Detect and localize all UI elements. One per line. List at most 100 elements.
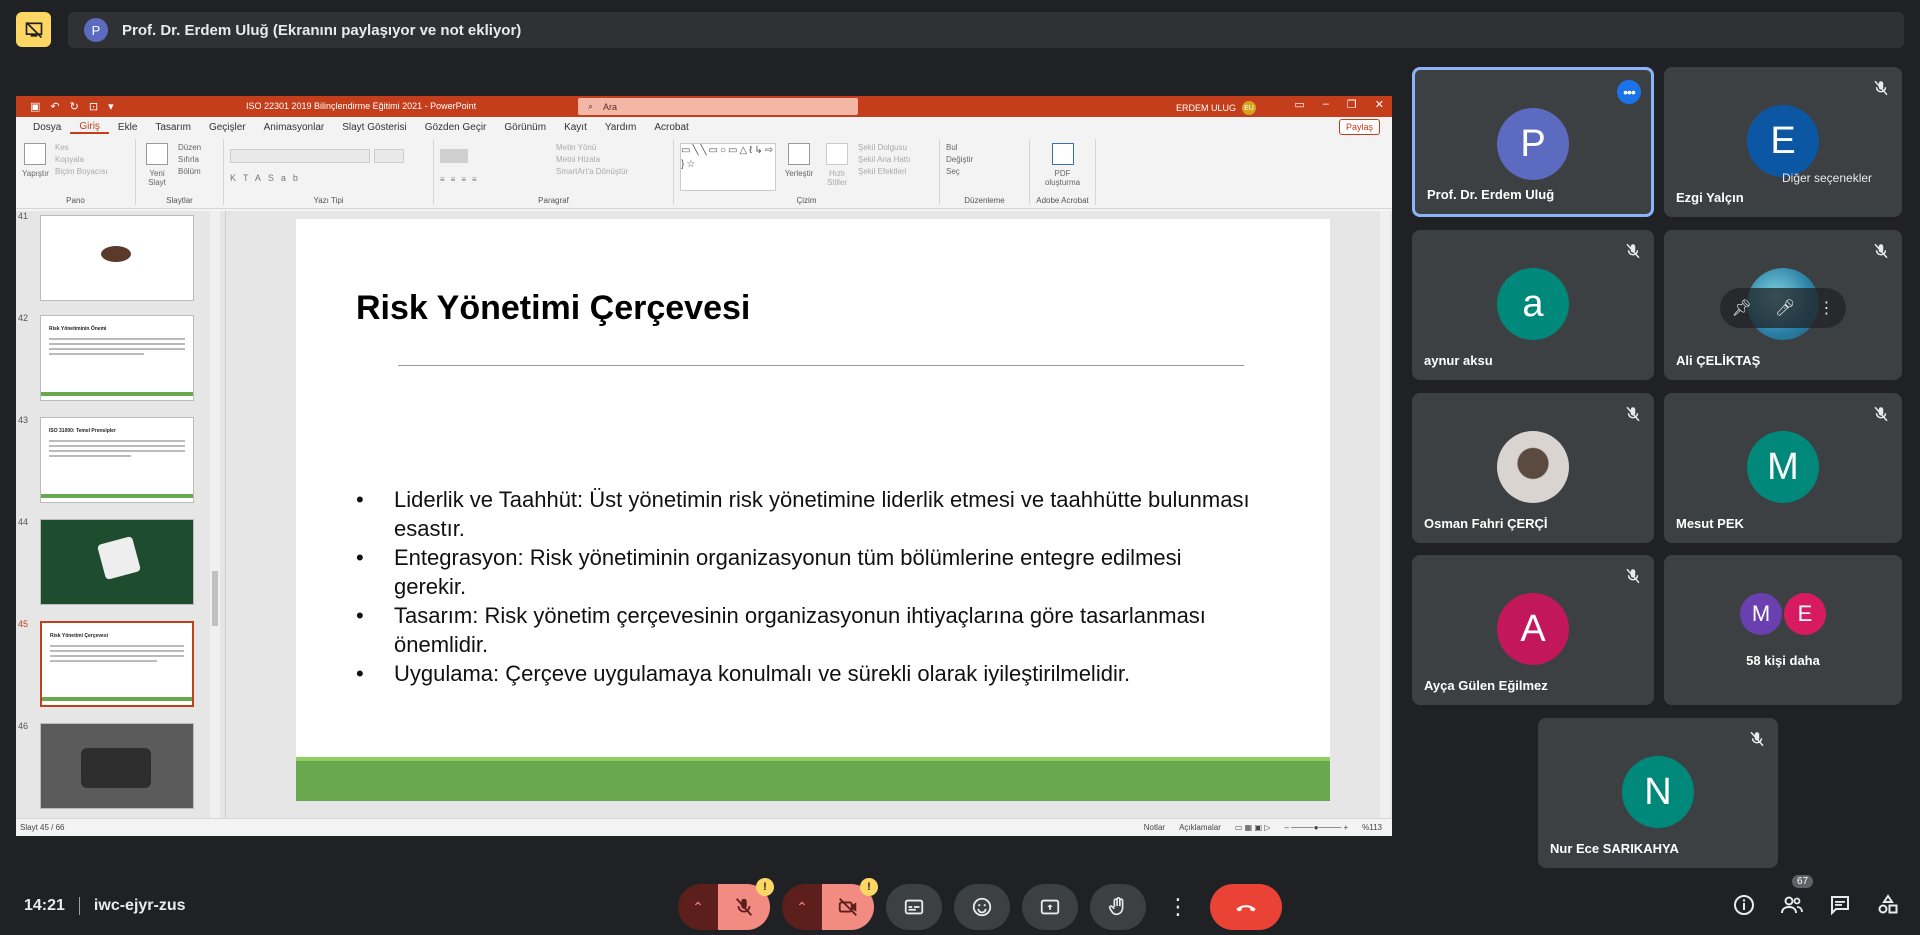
shape-fill-button[interactable]: Şekil Dolgusu — [858, 143, 910, 152]
hang-up-icon — [1236, 905, 1256, 912]
leave-call-button[interactable] — [1210, 884, 1282, 930]
text-direction-button[interactable]: Metin Yönü — [556, 143, 628, 152]
tab-animasyonlar[interactable]: Animasyonlar — [255, 122, 334, 133]
replace-button[interactable]: Değiştir — [946, 155, 1023, 164]
meeting-details-button[interactable] — [1732, 893, 1756, 917]
chat-button[interactable] — [1828, 893, 1852, 917]
thumbnails-scrollbar[interactable] — [210, 211, 220, 818]
thumbnail-image[interactable]: Risk Yönetimi Çerçevesi — [40, 621, 194, 707]
select-button[interactable]: Seç — [946, 167, 1023, 176]
minimize-icon[interactable]: – — [1323, 98, 1329, 111]
current-slide[interactable]: Risk Yönetimi Çerçevesi Liderlik ve Taah… — [296, 219, 1330, 801]
participant-tile[interactable]: Osman Fahri ÇERÇİ — [1412, 393, 1654, 543]
activities-button[interactable] — [1876, 893, 1900, 917]
shape-effects-button[interactable]: Şekil Efektleri — [858, 167, 910, 176]
tab-gozden-gecir[interactable]: Gözden Geçir — [416, 122, 496, 133]
undo-icon[interactable]: ↶ — [50, 100, 59, 113]
participant-tile[interactable]: E Diğer seçenekler Ezgi Yalçın — [1664, 67, 1902, 217]
tab-ekle[interactable]: Ekle — [109, 122, 146, 133]
bullet-item: Uygulama: Çerçeve uygulamaya konulmalı v… — [356, 659, 1256, 688]
tab-acrobat[interactable]: Acrobat — [645, 122, 697, 133]
close-icon[interactable]: ✕ — [1375, 98, 1384, 111]
reactions-button[interactable] — [954, 884, 1010, 930]
share-button[interactable]: Paylaş — [1338, 119, 1380, 135]
thumbnail-number: 43 — [18, 415, 29, 425]
new-slide-button[interactable]: Yeni Slayt — [142, 143, 172, 187]
smartart-button[interactable]: SmartArt'a Dönüştür — [556, 167, 628, 176]
zoom-slider[interactable]: – ────●──── + — [1284, 823, 1348, 832]
mute-icon[interactable]: 🎤︎ — [1775, 298, 1795, 318]
save-icon[interactable]: ▣ — [30, 100, 40, 113]
paste-label: Yapıştır — [22, 169, 49, 178]
scrollbar-thumb[interactable] — [212, 571, 218, 626]
shape-outline-button[interactable]: Şekil Ana Hattı — [858, 155, 910, 164]
comments-button[interactable]: Açıklamalar — [1179, 823, 1221, 832]
align-text-button[interactable]: Metni Hizala — [556, 155, 628, 164]
thumbnail-image[interactable]: Risk Yönetiminin Önemi — [40, 315, 194, 401]
section-button[interactable]: Bölüm — [178, 167, 201, 176]
participant-tile[interactable]: N Nur Ece SARIKAHYA — [1538, 718, 1778, 868]
layout-button[interactable]: Düzen — [178, 143, 201, 152]
captions-button[interactable] — [886, 884, 942, 930]
paste-icon — [24, 143, 47, 165]
mic-options-caret[interactable]: ⌃ — [678, 884, 718, 930]
view-icons[interactable]: ▭ ▦ ▣ ▷ — [1235, 823, 1271, 832]
present-icon[interactable]: ⊡ — [89, 100, 98, 113]
editor-scrollbar[interactable] — [1380, 211, 1390, 818]
thumbnail-image[interactable] — [40, 215, 194, 301]
presenting-icon[interactable] — [16, 12, 51, 47]
zoom-level[interactable]: %113 — [1362, 823, 1382, 832]
font-format-icons[interactable]: KTASab — [230, 173, 427, 183]
participant-tile[interactable]: P ••• Prof. Dr. Erdem Uluğ — [1412, 67, 1654, 217]
camera-options-caret[interactable]: ⌃ — [782, 884, 822, 930]
thumbnail-image[interactable] — [40, 723, 194, 809]
participant-tile[interactable]: 📌︎ 🎤︎ ⋮ Ali ÇELİKTAŞ — [1664, 230, 1902, 380]
format-painter-button[interactable]: Biçim Boyacısı — [55, 167, 107, 176]
tab-dosya[interactable]: Dosya — [24, 122, 70, 133]
copy-button[interactable]: Kopyala — [55, 155, 107, 164]
slide-title[interactable]: Risk Yönetimi Çerçevesi — [356, 289, 750, 328]
people-button[interactable]: 67 — [1780, 875, 1814, 917]
more-participants-tile[interactable]: M E 58 kişi daha — [1664, 555, 1902, 705]
tab-kayit[interactable]: Kayıt — [555, 122, 596, 133]
more-vert-icon[interactable]: ⋮ — [1818, 298, 1834, 318]
quick-styles-button[interactable]: Hızlı Stiller — [822, 143, 852, 191]
maximize-icon[interactable]: ❐ — [1347, 98, 1357, 111]
tab-giris[interactable]: Giriş — [70, 121, 109, 134]
more-options-icon[interactable]: ••• — [1617, 80, 1641, 104]
font-name-select[interactable] — [230, 149, 370, 163]
participant-tile[interactable]: M Mesut PEK — [1664, 393, 1902, 543]
create-pdf-button[interactable]: PDF oluşturma — [1036, 143, 1089, 187]
present-button[interactable] — [1022, 884, 1078, 930]
tab-slayt-gosterisi[interactable]: Slayt Gösterisi — [333, 122, 415, 133]
tab-gorunum[interactable]: Görünüm — [495, 122, 555, 133]
cards-image — [96, 535, 142, 581]
new-slide-icon — [146, 143, 168, 165]
notes-button[interactable]: Notlar — [1144, 823, 1165, 832]
raise-hand-button[interactable] — [1090, 884, 1146, 930]
thumbnail-image[interactable] — [40, 519, 194, 605]
tab-yardim[interactable]: Yardım — [596, 122, 646, 133]
paste-button[interactable]: Yapıştır — [22, 143, 49, 179]
align-icons[interactable]: ≡≡≡≡ — [440, 175, 550, 184]
shapes-gallery[interactable]: ▭╲╲▭○▭△ℓ↳⇨◇▭⌒⌐{ }☆ — [680, 143, 776, 191]
find-button[interactable]: Bul — [946, 143, 1023, 152]
participant-tile[interactable]: A Ayça Gülen Eğilmez — [1412, 555, 1654, 705]
thumbnail-image[interactable]: ISO 31000: Temel Prensipler — [40, 417, 194, 503]
cut-button[interactable]: Kes — [55, 143, 107, 152]
participant-tile[interactable]: a aynur aksu — [1412, 230, 1654, 380]
slide-bullets[interactable]: Liderlik ve Taahhüt: Üst yönetimin risk … — [356, 485, 1256, 688]
more-options-button[interactable]: ⋮ — [1158, 884, 1198, 930]
ribbon-display-icon[interactable]: ▭ — [1294, 98, 1304, 111]
tab-gecisler[interactable]: Geçişler — [200, 122, 255, 133]
font-size-select[interactable] — [374, 149, 404, 163]
ppt-search[interactable]: ⌕ Ara — [578, 98, 858, 115]
pin-icon[interactable]: 📌︎ — [1732, 298, 1752, 318]
redo-icon[interactable]: ↻ — [70, 100, 79, 113]
reset-button[interactable]: Sıfırla — [178, 155, 201, 164]
tab-tasarim[interactable]: Tasarım — [146, 122, 200, 133]
arrange-button[interactable]: Yerleştir — [782, 143, 816, 191]
bullets-button[interactable] — [440, 149, 468, 163]
ppt-user[interactable]: ERDEM ULUG EU — [1176, 101, 1257, 115]
customize-icon[interactable]: ▾ — [108, 100, 114, 113]
